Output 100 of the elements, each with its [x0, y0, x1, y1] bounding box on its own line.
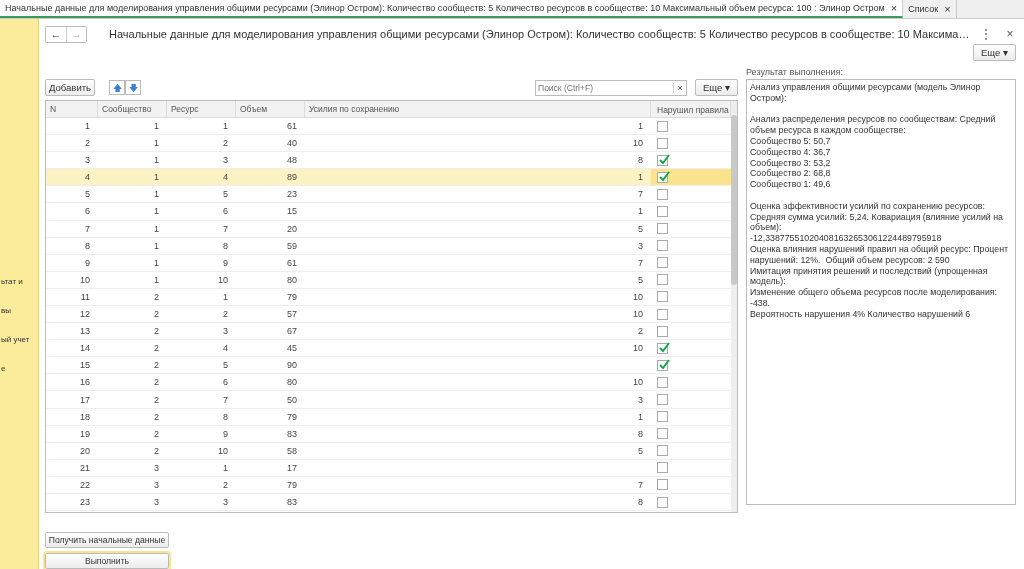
table-cell-text: 13 [79, 326, 91, 337]
table-cell-text: 61 [286, 257, 298, 268]
checkbox[interactable] [657, 342, 668, 354]
table-row[interactable]: 8 1 8 59 3 [46, 237, 731, 255]
checkbox[interactable] [657, 462, 668, 474]
table-cell-text: 6 [222, 206, 229, 217]
table-cell-text: 16 [79, 377, 91, 388]
move-down-button[interactable]: 🡇 [125, 80, 141, 96]
scrollbar[interactable] [731, 100, 737, 512]
table-cell-text: 12 [79, 309, 91, 320]
table-cell-text: 1 [222, 462, 229, 473]
table-row[interactable]: 20 2 10 58 5 [46, 442, 731, 460]
sidebar-item[interactable]: ьтат и [0, 277, 38, 286]
checkbox[interactable] [657, 154, 668, 166]
checkbox[interactable] [657, 359, 668, 371]
checkbox[interactable] [657, 257, 668, 269]
table-row[interactable]: 22 3 2 79 7 [46, 476, 731, 494]
run-button[interactable]: Выполнить [45, 553, 169, 569]
table-cell-text: 59 [286, 240, 298, 251]
checkbox[interactable] [657, 394, 668, 405]
move-up-button[interactable]: 🡅 [109, 80, 125, 96]
more-button[interactable]: Еще ▾ [695, 79, 738, 97]
table-row[interactable]: 2 1 2 40 10 [46, 135, 731, 153]
table-cell-text: 9 [84, 257, 91, 268]
table-row[interactable]: 7 1 7 20 5 [46, 220, 731, 238]
table-cell-text: 1 [637, 121, 644, 131]
column-header[interactable]: Объем [236, 100, 305, 117]
checkbox[interactable] [657, 274, 668, 286]
checkbox[interactable] [657, 428, 668, 440]
menu-icon[interactable]: ⋮ [977, 27, 996, 41]
table-row[interactable]: 19 2 9 83 8 [46, 425, 731, 443]
checkbox[interactable] [657, 137, 668, 149]
field-label: Результат выполнения: [746, 67, 844, 77]
table-cell-text: 79 [286, 479, 298, 490]
checkbox[interactable] [657, 496, 668, 508]
more-button[interactable]: Еще ▾ [973, 44, 1016, 61]
table-row[interactable]: 10 1 10 80 5 [46, 271, 731, 289]
table-cell-text: 1 [153, 172, 160, 183]
tab[interactable]: Список × [903, 0, 957, 18]
table-cell-text: 2 [222, 479, 229, 490]
table-row[interactable]: 18 2 8 79 1 [46, 408, 731, 426]
column-header[interactable]: Усилия по сохранению [305, 100, 651, 117]
close-icon[interactable]: × [1003, 27, 1017, 41]
table-row[interactable]: 1 1 1 61 1 [46, 117, 731, 136]
column-header[interactable]: Ресурс [167, 100, 236, 117]
table-row[interactable]: 13 2 3 67 2 [46, 323, 731, 341]
checkbox[interactable] [657, 205, 668, 217]
table-cell-text: 7 [637, 257, 644, 268]
checkbox[interactable] [657, 445, 668, 457]
table-cell-text: 2 [84, 138, 91, 149]
table-cell-text: 79 [286, 291, 298, 302]
search-field[interactable]: Поиск (Ctrl+F) × [535, 79, 688, 96]
checkbox[interactable] [657, 291, 668, 303]
table-cell-text: 10 [79, 274, 91, 285]
column-header[interactable]: Сообщество [98, 100, 167, 117]
table-row[interactable]: 15 2 5 90 [46, 357, 731, 375]
table-row[interactable]: 23 3 3 83 8 [46, 494, 731, 512]
checkbox[interactable] [657, 223, 668, 235]
table-row[interactable]: 14 2 4 45 10 [46, 340, 731, 358]
close-icon[interactable]: × [890, 2, 898, 14]
checkbox[interactable] [657, 376, 668, 388]
checkbox[interactable] [657, 325, 668, 337]
table-row[interactable]: 11 2 1 79 10 [46, 288, 731, 306]
checkbox[interactable] [657, 479, 668, 491]
table-cell-text: 10 [632, 291, 644, 302]
get-data-button[interactable]: Получить начальные данные [45, 532, 169, 548]
table-cell-text: 2 [153, 377, 160, 388]
table-row[interactable]: 21 3 1 17 [46, 459, 731, 477]
table-row[interactable]: 17 2 7 50 3 [46, 391, 731, 409]
table-row[interactable]: 12 2 2 57 10 [46, 306, 731, 324]
tab[interactable]: Начальные данные для моделирования управления общими ресурсами (Элинор Остром): Количество сообществ: 5 Количество ресурсов в сообществе: 10 Максимальный объем ресурса: 100 : Элинор Остром × [0, 0, 904, 18]
table-row[interactable]: 5 1 5 23 7 [46, 186, 731, 204]
result-field[interactable]: Анализ управления общими ресурсами (модель Элинор Остром): Анализ распределения ресурсов по сообществам: Средний объем ресурса в каждом сообществе: Сообщество 5: 50,7 Сообщество 4: 36,7 Сообщество 3: 53,2 Сообщество 2: 68,8 Сообщество 1: 49,6 Оценка эффективности усилий по сохранению ресурсов: Средняя сумма усилий: 5,24. Ковариация (влияние усилий на объем): -12,338775510204081632653061224489795918 Оценка влияния нарушений правил на общий ресурс: Процент нарушений: 12%. Общий объем ресурсов: 2 590 Имитация принятия решений и последствий (упрощенная модель): Изменение общего объема ресурсов после моделирования: -438. Вероятность нарушения 4% Количество нарушений 6 [746, 79, 1016, 505]
checkbox[interactable] [657, 120, 668, 132]
table-cell-text: 4 [222, 343, 229, 354]
column-header[interactable]: N [46, 100, 98, 117]
table-cell-text: 10 [217, 274, 229, 285]
checkbox[interactable] [657, 411, 668, 423]
close-icon[interactable]: × [944, 3, 951, 15]
table-cell-text: 5 [637, 223, 644, 234]
sidebar-item[interactable]: ый учет [0, 335, 38, 344]
sidebar-item[interactable]: вы [0, 306, 38, 315]
table-cell-text: 7 [222, 223, 229, 234]
table-cell-text: 4 [84, 172, 91, 183]
table-cell-text: 9 [222, 428, 229, 439]
table-row[interactable]: 6 1 6 15 1 [46, 203, 731, 221]
table-cell-text: 15 [79, 360, 91, 371]
table-row[interactable]: 16 2 6 80 10 [46, 374, 731, 392]
table-cell-text: 58 [286, 445, 298, 456]
add-button[interactable]: Добавить [45, 79, 95, 97]
table-row[interactable]: 4 1 4 89 1 [46, 169, 731, 187]
checkbox[interactable] [657, 171, 668, 183]
table-cell-text: 3 [637, 240, 644, 251]
checkbox[interactable] [657, 240, 668, 252]
sidebar-item[interactable]: е [0, 364, 38, 373]
checkbox[interactable] [657, 188, 668, 200]
table-cell-text: 45 [286, 343, 298, 354]
table-row[interactable]: 9 1 9 61 7 [46, 254, 731, 272]
checkbox[interactable] [657, 308, 668, 320]
table-cell-text: 10 [632, 138, 644, 149]
